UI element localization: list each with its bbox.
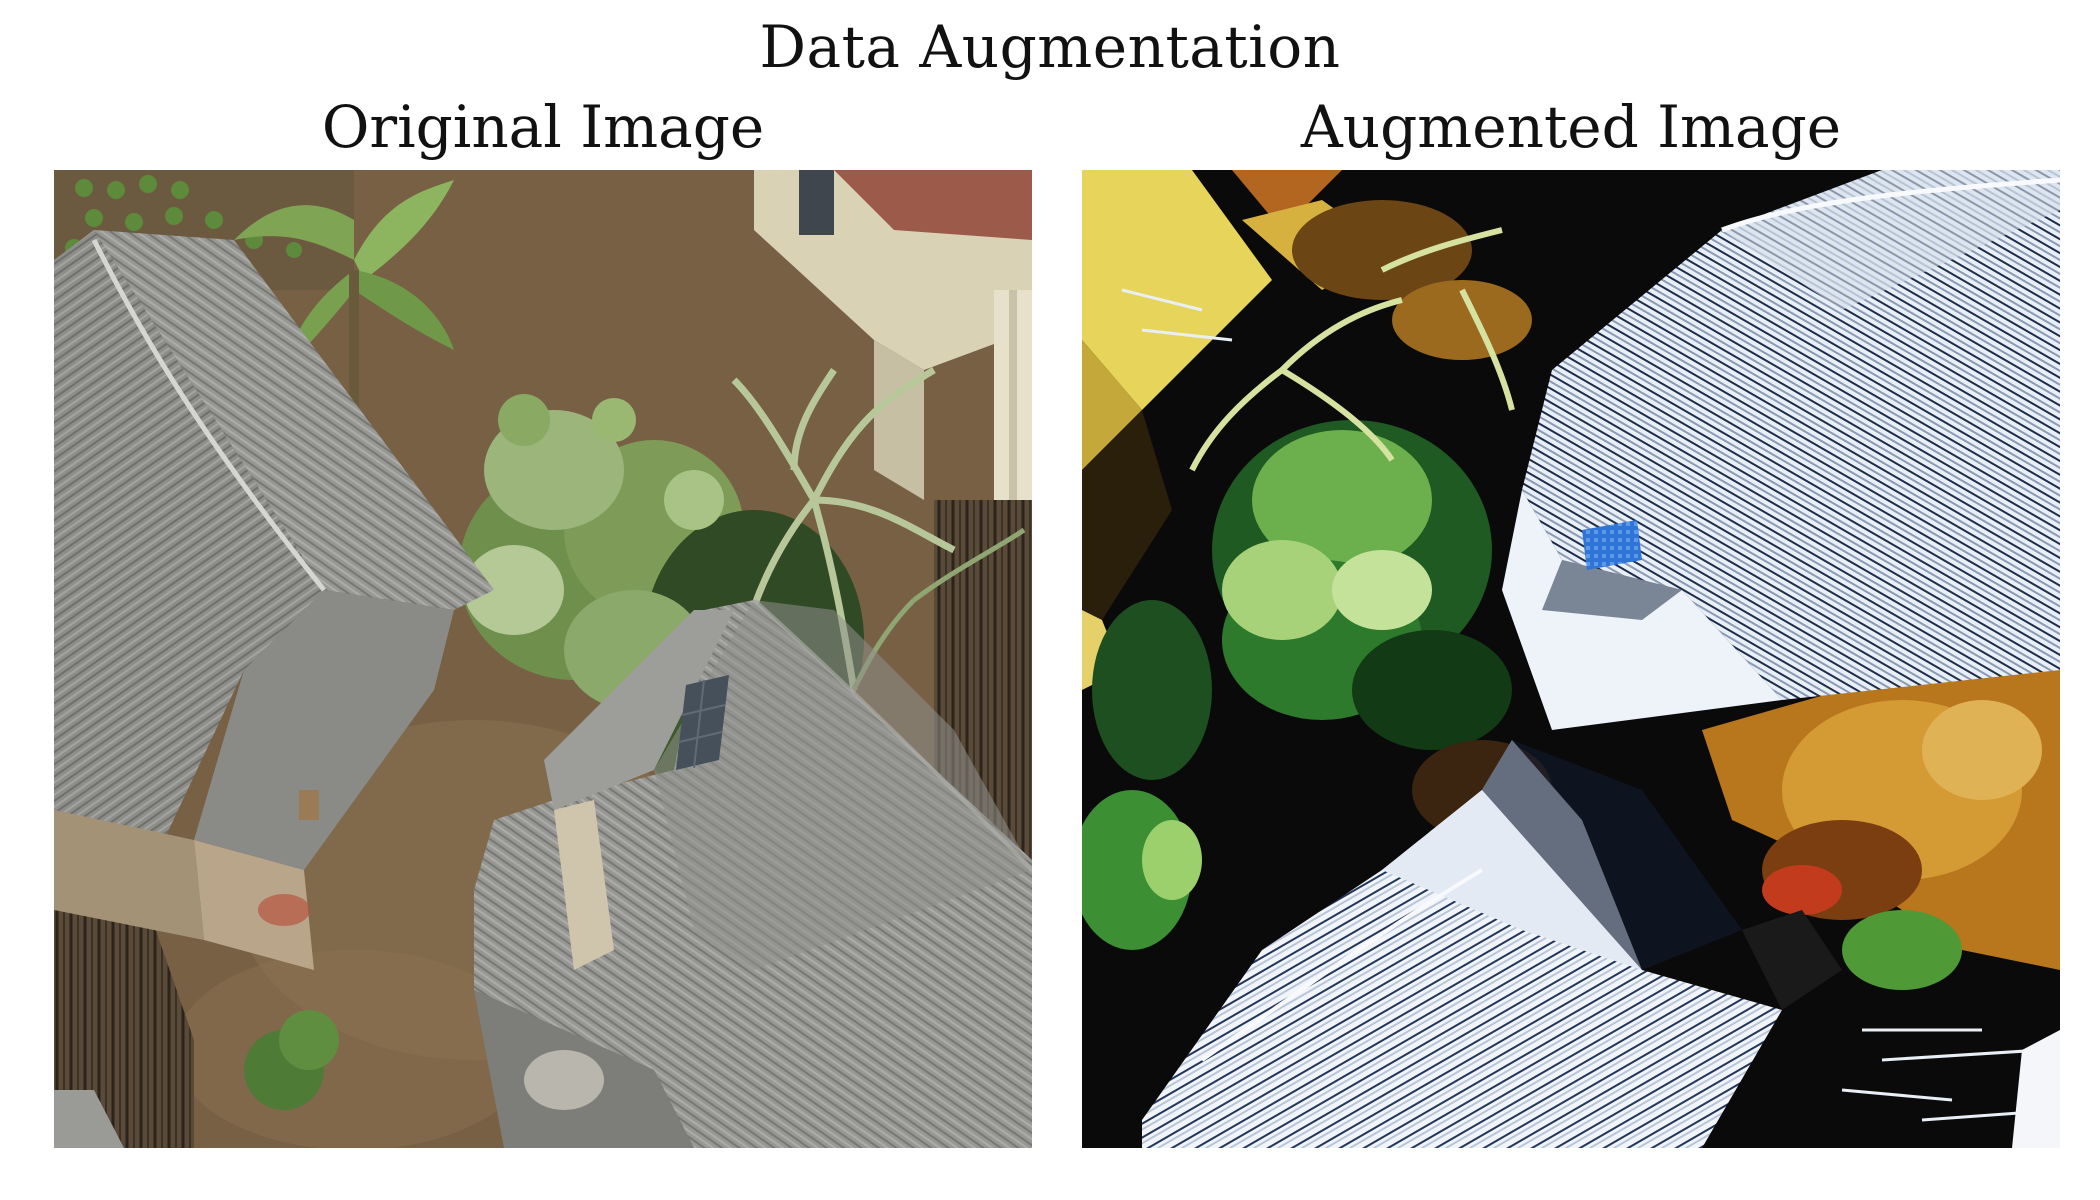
original-image-title: Original Image	[321, 93, 765, 161]
original-image	[54, 170, 1032, 1148]
augmented-image-drawing	[1082, 170, 2060, 1148]
small-object	[299, 790, 319, 820]
original-image-drawing	[54, 170, 1032, 1148]
augmented-image	[1082, 170, 2060, 1148]
augmented-image-title: Augmented Image	[1300, 93, 1842, 161]
figure-title: Data Augmentation	[759, 13, 1341, 81]
